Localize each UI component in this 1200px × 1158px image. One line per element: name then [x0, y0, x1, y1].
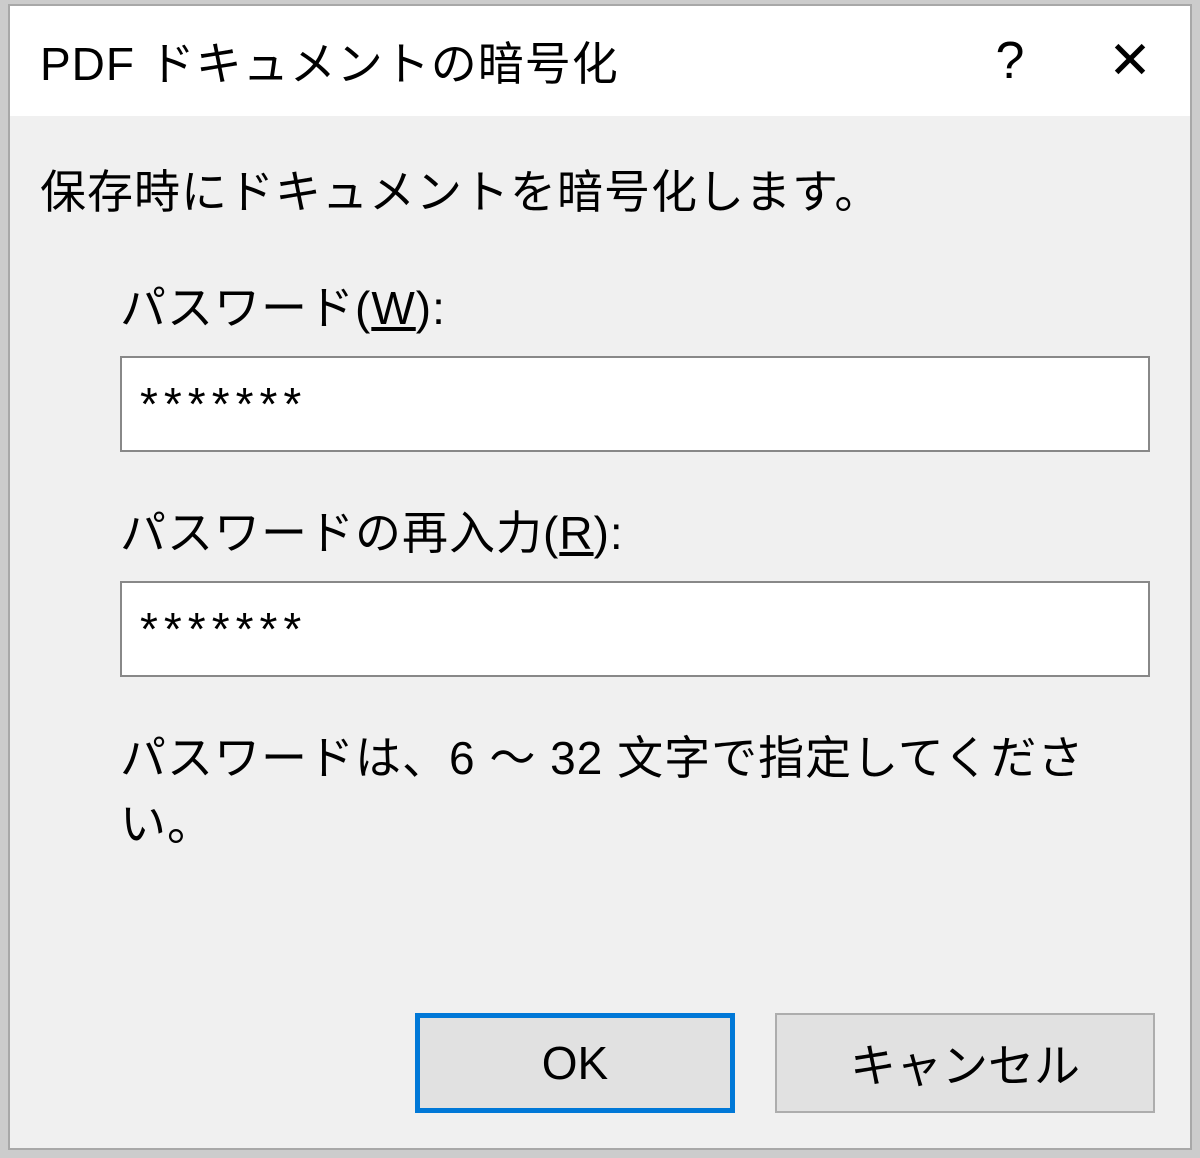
password-confirm-field-block: パスワードの再入力(R): [120, 497, 1130, 677]
close-button[interactable]: ✕ [1070, 6, 1190, 116]
dialog-body: 保存時にドキュメントを暗号化します。 パスワード(W): パスワードの再入力(R… [10, 116, 1190, 854]
password-hint: パスワードは、6 ～ 32 文字で指定してください。 [120, 722, 1160, 854]
titlebar: PDF ドキュメントの暗号化 ? ✕ [10, 6, 1190, 116]
encrypt-pdf-dialog: PDF ドキュメントの暗号化 ? ✕ 保存時にドキュメントを暗号化します。 パス… [8, 4, 1192, 1150]
description-text: 保存時にドキュメントを暗号化します。 [40, 156, 1160, 222]
close-icon: ✕ [1108, 31, 1152, 91]
password-confirm-input[interactable] [120, 581, 1150, 677]
help-button[interactable]: ? [950, 6, 1070, 116]
password-confirm-label: パスワードの再入力(R): [120, 497, 1130, 563]
password-field-block: パスワード(W): [120, 272, 1130, 452]
ok-button[interactable]: OK [415, 1013, 735, 1113]
password-input[interactable] [120, 356, 1150, 452]
help-icon: ? [996, 31, 1025, 91]
password-label: パスワード(W): [120, 272, 1130, 338]
dialog-title: PDF ドキュメントの暗号化 [40, 28, 950, 94]
button-row: OK キャンセル [415, 1013, 1155, 1113]
cancel-button[interactable]: キャンセル [775, 1013, 1155, 1113]
